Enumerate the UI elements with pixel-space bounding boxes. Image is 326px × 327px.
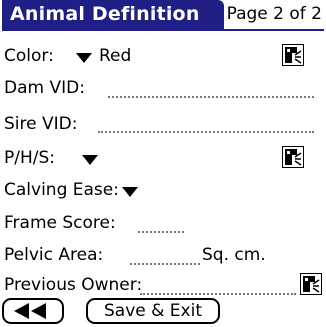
color-picker[interactable]: Red: [76, 46, 160, 66]
triangle-down-icon: [76, 53, 92, 63]
previous-owner-label: Previous Owner:: [4, 275, 143, 295]
pelvic-area-field[interactable]: [130, 263, 200, 265]
page-indicator: Page 2 of 2: [226, 4, 322, 24]
color-value: Red: [99, 46, 132, 66]
previous-owner-field[interactable]: [140, 293, 296, 295]
phs-label: P/H/S:: [4, 148, 56, 168]
frame-score-field[interactable]: [138, 231, 184, 233]
frame-score-label: Frame Score:: [4, 213, 116, 233]
lookup-icon[interactable]: [282, 44, 304, 66]
triangle-down-icon: [122, 187, 138, 197]
dam-vid-field[interactable]: [108, 96, 314, 98]
lookup-icon[interactable]: [282, 146, 304, 168]
pelvic-area-label: Pelvic Area:: [4, 245, 104, 265]
header-divider: [2, 29, 324, 31]
dam-vid-label: Dam VID:: [4, 78, 85, 98]
title-bar: Animal Definition: [2, 0, 224, 30]
sire-vid-label: Sire VID:: [4, 114, 78, 134]
pelvic-area-unit: Sq. cm.: [202, 245, 266, 265]
animal-definition-screen: Animal Definition Page 2 of 2 Color: Red…: [0, 0, 326, 327]
double-left-arrow-icon: [14, 303, 46, 319]
triangle-down-icon: [82, 155, 98, 165]
color-label: Color:: [4, 46, 54, 66]
save-exit-button[interactable]: Save & Exit: [86, 298, 220, 324]
lookup-icon[interactable]: [300, 273, 322, 295]
previous-page-button[interactable]: [2, 298, 64, 324]
calving-ease-picker[interactable]: [122, 182, 142, 200]
sire-vid-field[interactable]: [98, 131, 314, 133]
calving-ease-label: Calving Ease:: [4, 180, 119, 200]
phs-picker[interactable]: [82, 150, 102, 168]
page-title: Animal Definition: [10, 3, 200, 25]
